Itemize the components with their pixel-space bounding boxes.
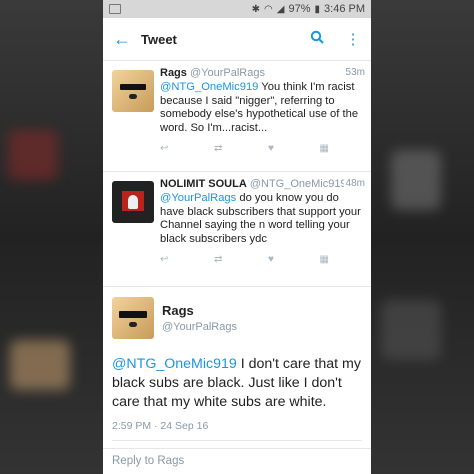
- tweet-author-name[interactable]: Rags: [162, 303, 237, 318]
- reply-tweet[interactable]: NOLIMIT SOULA @NTG_OneMic919 48m @YourPa…: [103, 172, 371, 287]
- like-icon[interactable]: ♥: [268, 254, 274, 265]
- retweet-icon[interactable]: ⇄: [214, 143, 222, 154]
- tweet-text: @NTG_OneMic919 I don't care that my blac…: [112, 355, 362, 412]
- sunglasses-icon: [119, 311, 147, 318]
- like-icon[interactable]: ♥: [268, 143, 274, 154]
- tweet-author-handle[interactable]: @YourPalRags: [162, 321, 237, 333]
- bluetooth-icon: ✱: [251, 3, 261, 15]
- page-title: Tweet: [141, 31, 177, 47]
- overflow-menu-icon[interactable]: ⋮: [335, 30, 371, 48]
- signal-icon: ◢: [276, 3, 285, 15]
- tweet-author-handle: @NTG_OneMic919: [249, 178, 347, 190]
- blurred-background-left: [0, 0, 103, 474]
- tweet-author-name: Rags: [160, 67, 187, 79]
- screenshot-icon: [109, 4, 121, 14]
- tweet-author-name: NOLIMIT SOULA: [160, 178, 247, 190]
- focused-tweet: Rags @YourPalRags @NTG_OneMic919 I don't…: [103, 287, 371, 441]
- back-arrow-icon[interactable]: ←: [103, 29, 141, 50]
- tweet-meta: NOLIMIT SOULA @NTG_OneMic919 48m: [160, 178, 365, 190]
- clock: 3:46 PM: [324, 3, 365, 15]
- battery-icon: ▮: [314, 3, 321, 15]
- phone-screen: ✱ ◠ ◢ 97% ▮ 3:46 PM ← Tweet ⋮ Rags @Your…: [103, 0, 371, 474]
- analytics-icon[interactable]: ▦: [320, 143, 329, 154]
- tweet-time: 53m: [343, 67, 365, 78]
- avatar[interactable]: [112, 297, 154, 339]
- mention-link[interactable]: @NTG_OneMic919: [112, 356, 237, 372]
- mention-link[interactable]: @YourPalRags: [160, 192, 236, 204]
- tweet-timestamp: 2:59 PM · 24 Sep 16: [112, 420, 362, 441]
- reply-icon[interactable]: ↩: [160, 254, 168, 265]
- battery-level: 97%: [288, 3, 311, 15]
- tweet-meta: Rags @YourPalRags 53m: [160, 67, 365, 79]
- app-bar: ← Tweet ⋮: [103, 18, 371, 61]
- search-icon[interactable]: [299, 30, 335, 48]
- tweet-actions: ↩ ⇄ ♥ ▦: [160, 246, 365, 273]
- tweet-text: @YourPalRags do you know you do have bla…: [160, 192, 365, 246]
- mention-link[interactable]: @NTG_OneMic919: [160, 81, 258, 93]
- tweet-time: 48m: [343, 178, 365, 189]
- status-bar: ✱ ◠ ◢ 97% ▮ 3:46 PM: [103, 0, 371, 18]
- avatar[interactable]: [112, 70, 154, 112]
- dog-nose: [129, 322, 137, 327]
- tweet-author-handle: @YourPalRags: [189, 67, 265, 79]
- avatar[interactable]: [112, 181, 154, 223]
- avatar-art-figure: [128, 195, 138, 209]
- dog-nose: [129, 94, 137, 99]
- wifi-icon: ◠: [264, 3, 273, 15]
- tweet-actions: ↩ ⇄ ♥ ▦: [160, 135, 365, 162]
- sunglasses-icon: [120, 84, 146, 90]
- retweet-icon[interactable]: ⇄: [214, 254, 222, 265]
- blurred-background-right: [371, 0, 474, 474]
- reply-icon[interactable]: ↩: [160, 143, 168, 154]
- tweet-text: @NTG_OneMic919 You think I'm racist beca…: [160, 81, 365, 135]
- reply-input[interactable]: Reply to Rags: [103, 448, 371, 474]
- analytics-icon[interactable]: ▦: [320, 254, 329, 265]
- reply-tweet[interactable]: Rags @YourPalRags 53m @NTG_OneMic919 You…: [103, 61, 371, 172]
